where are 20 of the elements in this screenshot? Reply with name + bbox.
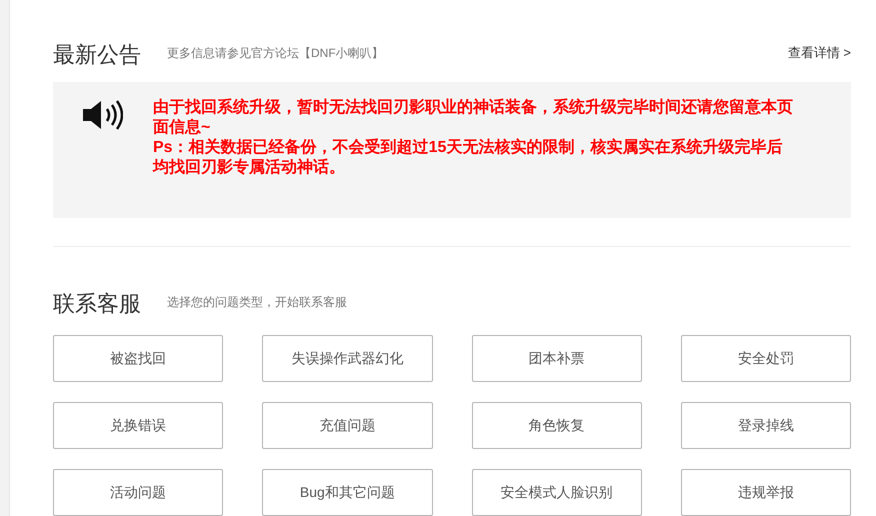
- section-title: 最新公告: [53, 44, 141, 66]
- issue-type-button[interactable]: 兑换错误: [53, 402, 224, 449]
- section-subtitle: 更多信息请参见官方论坛【DNF小喇叭】: [167, 45, 384, 62]
- issue-type-button[interactable]: 失误操作武器幻化: [262, 335, 432, 382]
- issue-type-button[interactable]: 充值问题: [262, 402, 432, 449]
- issue-type-button[interactable]: 登录掉线: [680, 402, 851, 449]
- notice-text: Ps：相关数据已经备份，不会受到超过15天无法核实的限制，核实属实在系统升级完毕后均找回刃影专属活动神话。: [153, 138, 784, 178]
- section-subtitle: 选择您的问题类型，开始联系客服: [167, 294, 347, 311]
- issue-type-button[interactable]: 角色恢复: [472, 402, 642, 449]
- issue-type-button[interactable]: 安全模式人脸识别: [472, 469, 642, 516]
- issue-type-button[interactable]: 团本补票: [472, 335, 642, 382]
- issue-type-button[interactable]: 违规举报: [680, 469, 851, 516]
- notice-text: 由于找回系统升级，暂时无法找回刃影职业的神话装备，系统升级完毕时间还请您留意本页面信息~: [153, 98, 794, 138]
- issue-type-button[interactable]: Bug和其它问题: [262, 469, 432, 516]
- speaker-icon: [81, 100, 123, 130]
- issue-type-button[interactable]: 活动问题: [53, 469, 224, 516]
- section-title: 联系客服: [53, 293, 141, 315]
- details-link[interactable]: 查看详情 >: [788, 42, 851, 62]
- issue-type-button[interactable]: 安全处罚: [680, 335, 851, 382]
- issue-type-button[interactable]: 被盗找回: [53, 335, 224, 382]
